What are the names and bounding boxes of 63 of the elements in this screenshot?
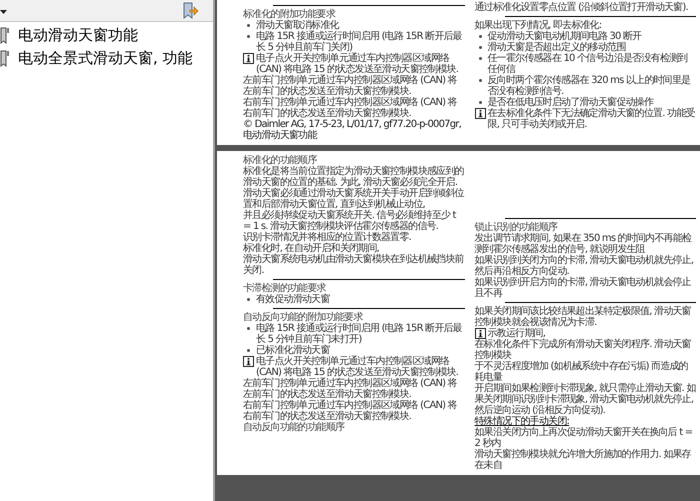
bullet-text: 滑动天窗取消标准化 <box>256 20 339 31</box>
paragraph: 如果沿关闭方向上再次促动滑动天窗开关在换向后 t = 2 秒内 <box>474 427 694 449</box>
bullet-text: 任一霍尔传感器在 10 个信号边沿是否没有检测到任何信 <box>488 53 688 75</box>
paragraph: 在标准化条件下完成所有滑动天窗关闭程序. 滑动天窗控制模块 <box>474 339 692 361</box>
bullet-icon <box>247 24 250 27</box>
paragraph: 于不灵活程度增加 (如机械系统中存在污垢) 而造成的耗电量 <box>474 361 689 383</box>
bookmark-icon <box>0 27 10 44</box>
info-icon <box>474 328 486 339</box>
bookmark-icon <box>0 50 10 67</box>
section-heading: 标准化的附加功能要求 <box>243 9 336 20</box>
bookmark-item[interactable]: 电动滑动天窗功能 <box>0 26 213 45</box>
paragraph: 左前车门控制单元通过车内控制器区域网络 (CAN) 将左前车门的状态发送至滑动天窗控制模块. <box>243 75 458 97</box>
paragraph: 标准化时, 在自动开启和关闭期间, <box>243 243 379 254</box>
bullet-text: 滑动天窗是否超出定义的移动范围 <box>488 42 626 53</box>
section-heading: 标准化的功能顺序 <box>243 155 317 166</box>
bullet-text: 电路 15R 接通或运行时间启用 (电路 15R 断开后最长 5 分钟且前车门未打开) <box>256 323 463 345</box>
paragraph: 如果识别到关闭方向的卡滞, 滑动天窗电动机就先停止, 然后再沿相反方向促动. <box>474 255 694 277</box>
paragraph: 开启期间如果检测到卡滞现象, 就只需停止滑动天窗. 如果关闭期间识别到卡滞现象, 滑动天窗电动机就先停止, 然后逆向运动 (沿相反方向促动). <box>474 383 696 416</box>
paragraph: 标准化是将当前位置指定为滑动天窗控制模块感应到的滑动天窗的位置的基础. 为此, 滑动天窗必须完全开启. <box>243 166 464 188</box>
paragraph: 如果出现下列情况, 即去标准化: <box>474 20 602 31</box>
section-heading: 自动反向功能的附加功能要求 <box>243 312 363 323</box>
info-text: 电子点火开关控制单元通过车内控制器区域网络 (CAN) 将电路 15 的状态发送至滑动天窗控制模块. <box>256 356 460 378</box>
bullet-icon <box>478 79 482 82</box>
paragraph: 并且必须持续促动天窗系统开关. 信号必须维持至少 t = 1 s. 滑动天窗控制模块评估霍尔传感器的信号. <box>243 210 458 232</box>
info-icon <box>474 108 486 119</box>
bullet-text: 电路 15R 接通或运行时间启用 (电路 15R 断开后最长 5 分钟且前车门关闭) <box>256 31 463 53</box>
paragraph: 如果关闭期间该比较结果超出某特定极限值, 滑动天窗控制模块就会视该情况为卡滞. <box>474 306 692 328</box>
bullet-icon <box>478 57 482 60</box>
paragraph: 滑动天窗系统电动机由滑动天窗模块在到达机械挡块前关闭. <box>243 254 464 276</box>
section-heading: 卡滞检测的功能要求 <box>243 283 326 294</box>
info-text: 在去标准化条件下无法确定滑动天窗的位置. 功能受限, 只可手动关闭或开启. <box>488 108 696 130</box>
info-text: 示教运行期间, <box>488 328 546 339</box>
bullet-icon <box>247 327 250 330</box>
bullet-icon <box>478 101 482 104</box>
section-heading: 锁止识别的功能顺序 <box>474 222 558 233</box>
info-icon <box>243 356 254 367</box>
bullet-icon <box>247 298 250 301</box>
copyright-note: © Daimler AG, 17-5-23, L/01/17, gf77.20-p-0007gr, 电动滑动天窗功能 <box>243 119 462 141</box>
bullet-icon <box>247 35 250 38</box>
subheading: 特殊情况下的手动关闭: <box>474 416 570 427</box>
paragraph: 滑动天窗必须通过滑动天窗系统开关手动开启到倾斜位置和后部滑动天窗位置, 直到达到机械止动位, <box>243 188 464 210</box>
section-heading: 自动反向功能的功能顺序 <box>243 422 346 433</box>
bookmark-item[interactable]: 电动全景式滑动天窗, 功能 <box>0 49 213 68</box>
paragraph: 右前车门控制单元通过车内控制器区域网络 (CAN) 将右前车门的状态发送至滑动天窗控制模块. <box>243 97 458 119</box>
info-icon <box>243 53 254 64</box>
info-text: 电子点火开关控制单元通过车内控制器区域网络 (CAN) 将电路 15 的状态发送至滑动天窗控制模块. <box>256 53 460 75</box>
bullet-text: 促动滑动天窗电动机期间电路 30 断开 <box>488 31 642 42</box>
paragraph: 左前车门控制单元通过车内控制器区域网络 (CAN) 将左前车门的状态发送至滑动天窗控制模块. <box>243 378 458 400</box>
bullet-icon <box>478 46 482 49</box>
caret-icon[interactable] <box>0 10 7 14</box>
bookmark-arrow-icon[interactable] <box>181 2 199 20</box>
bullet-text: 已标准化滑动天窗 <box>256 345 330 356</box>
bullet-text: 有效促动滑动天窗 <box>256 294 330 305</box>
paragraph: 滑动天窗控制模块就允许增大所施加的作用力. 如果存在未自 <box>474 449 692 471</box>
paragraph: 右前车门控制单元通过车内控制器区域网络 (CAN) 将右前车门的状态发送至滑动天窗控制模块. <box>243 400 458 422</box>
paragraph: 如果识别到开启方向的卡滞, 滑动天窗电动机就会停止且不再 <box>474 277 692 299</box>
paragraph: 发出调节请求期间, 如果在 350 ms 的时间内不再能检测到霍尔传感器发出的信号, 就说明发生阻 <box>474 233 693 255</box>
bullet-icon <box>478 35 482 38</box>
bullet-text: 反向时两个霍尔传感器在 320 ms 以上的时间里是否没有检测到信号. <box>488 75 692 97</box>
bullet-icon <box>247 349 250 352</box>
paragraph: 通过标准化设置零点位置 (沿倾斜位置打开滑动天窗). <box>474 2 689 13</box>
bullet-text: 是否在低电压时启动了滑动天窗促动操作 <box>488 97 654 108</box>
paragraph: 识别卡滞情况并将相应的位置计数器置零. <box>243 232 412 243</box>
